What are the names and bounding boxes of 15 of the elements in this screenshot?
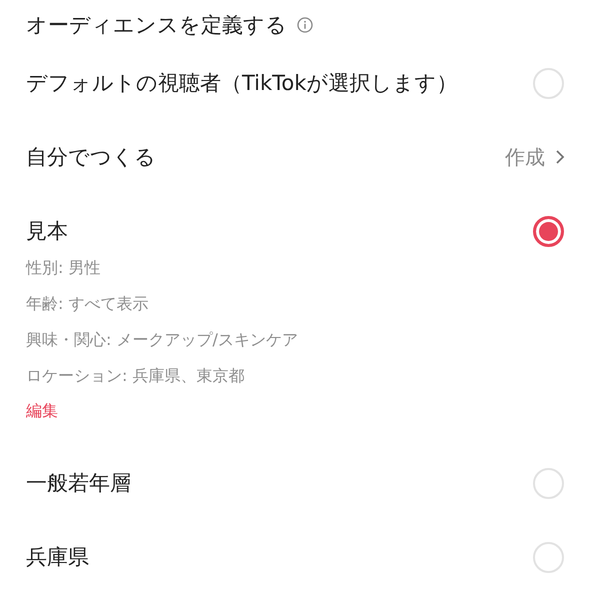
chevron-right-icon [555,149,565,165]
option-label: 自分でつくる [26,144,156,171]
option-label: 一般若年層 [26,470,131,497]
info-icon[interactable] [297,17,313,33]
section-title: オーディエンスを定義する [26,12,287,39]
option-label: 見本 [26,218,68,245]
audience-detail: 年齢: すべて表示 [26,293,148,315]
edit-link[interactable]: 編集 [26,394,58,428]
option-label: 兵庫県 [26,544,89,571]
option-label: デフォルトの視聴者（TikTokが選択します） [26,70,458,97]
create-link[interactable]: 作成 [505,144,545,170]
audience-detail: 興味・関心: メークアップ/スキンケア [26,329,298,351]
audience-detail: 性別: 男性 [26,257,100,279]
audience-detail: ロケーション: 兵庫県、東京都 [26,365,244,387]
radio-button[interactable] [533,216,564,246]
